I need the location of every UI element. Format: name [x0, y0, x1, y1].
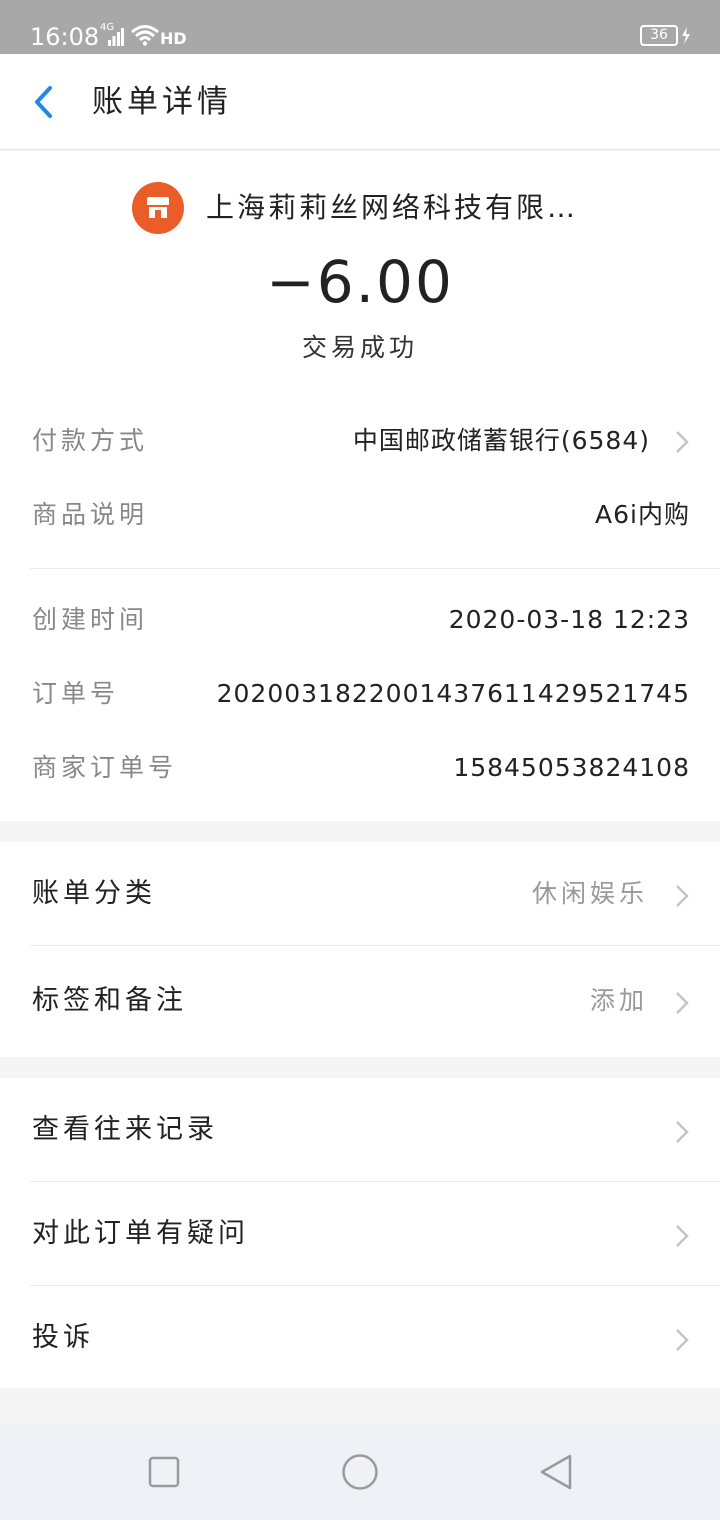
divider [30, 945, 720, 946]
battery-level: 36 [650, 27, 668, 43]
actions-card: 查看往来记录 对此订单有疑问 投诉 [0, 1078, 720, 1388]
system-nav-bar [0, 1424, 720, 1520]
info-value: 2020-03-18 12:23 [448, 605, 690, 634]
order-question-row[interactable]: 对此订单有疑问 [0, 1182, 720, 1286]
list-value: 休闲娱乐 [531, 879, 648, 908]
chevron-right-icon [676, 1121, 689, 1143]
back-triangle-icon[interactable] [538, 1453, 574, 1491]
transaction-status: 交易成功 [301, 333, 418, 362]
status-time: 16:08 [30, 23, 100, 51]
transaction-card: 上海莉莉丝网络科技有限… −6.00 交易成功 付款方式 中国邮政储蓄银行(65… [0, 151, 720, 821]
transaction-amount: −6.00 [266, 248, 454, 316]
list-label: 标签和备注 [32, 985, 187, 1016]
list-label: 账单分类 [32, 878, 156, 909]
list-label: 对此订单有疑问 [32, 1218, 249, 1249]
chevron-right-icon [676, 885, 689, 907]
signal-icon [108, 28, 124, 46]
battery-icon: 36 [640, 25, 678, 46]
info-value: 15845053824108 [453, 753, 690, 782]
info-label: 创建时间 [32, 605, 149, 634]
tags-notes-row[interactable]: 标签和备注 添加 [0, 949, 720, 1053]
shop-icon [132, 182, 184, 234]
chevron-right-icon [676, 992, 689, 1014]
charging-icon [682, 27, 690, 44]
list-label: 投诉 [32, 1322, 94, 1353]
bill-settings-card: 账单分类 休闲娱乐 标签和备注 添加 [0, 842, 720, 1057]
info-label: 商家订单号 [32, 753, 178, 782]
merchant-header: 上海莉莉丝网络科技有限… [132, 182, 578, 234]
info-label: 付款方式 [32, 426, 149, 455]
home-icon[interactable] [341, 1453, 379, 1491]
info-value: 2020031822001437611429521745 [216, 679, 690, 708]
chevron-right-icon [676, 431, 689, 453]
chevron-right-icon [676, 1225, 689, 1247]
product-description-row: 商品说明 A6i内购 [30, 495, 690, 535]
nav-header: 账单详情 [0, 54, 720, 150]
divider [30, 568, 720, 569]
payment-method-row[interactable]: 付款方式 中国邮政储蓄银行(6584) [30, 421, 690, 461]
created-time-row: 创建时间 2020-03-18 12:23 [30, 600, 690, 640]
wifi-icon [131, 25, 159, 46]
recent-apps-icon[interactable] [148, 1456, 180, 1488]
view-history-row[interactable]: 查看往来记录 [0, 1078, 720, 1182]
order-number-row: 订单号 2020031822001437611429521745 [30, 674, 690, 714]
page-title: 账单详情 [92, 84, 232, 120]
list-value: 添加 [589, 986, 648, 1015]
info-value: A6i内购 [595, 500, 690, 529]
complaint-row[interactable]: 投诉 [0, 1286, 720, 1390]
merchant-name: 上海莉莉丝网络科技有限… [206, 191, 579, 224]
chevron-left-icon[interactable] [30, 84, 60, 120]
bill-category-row[interactable]: 账单分类 休闲娱乐 [0, 842, 720, 946]
hd-indicator: HD [160, 29, 187, 48]
list-label: 查看往来记录 [32, 1114, 218, 1145]
status-bar: 16:08 4G HD 36 [0, 0, 720, 54]
info-label: 订单号 [32, 679, 120, 708]
info-label: 商品说明 [32, 500, 149, 529]
chevron-right-icon [676, 1329, 689, 1351]
info-value: 中国邮政储蓄银行(6584) [352, 426, 650, 455]
merchant-order-number-row: 商家订单号 15845053824108 [30, 748, 690, 788]
